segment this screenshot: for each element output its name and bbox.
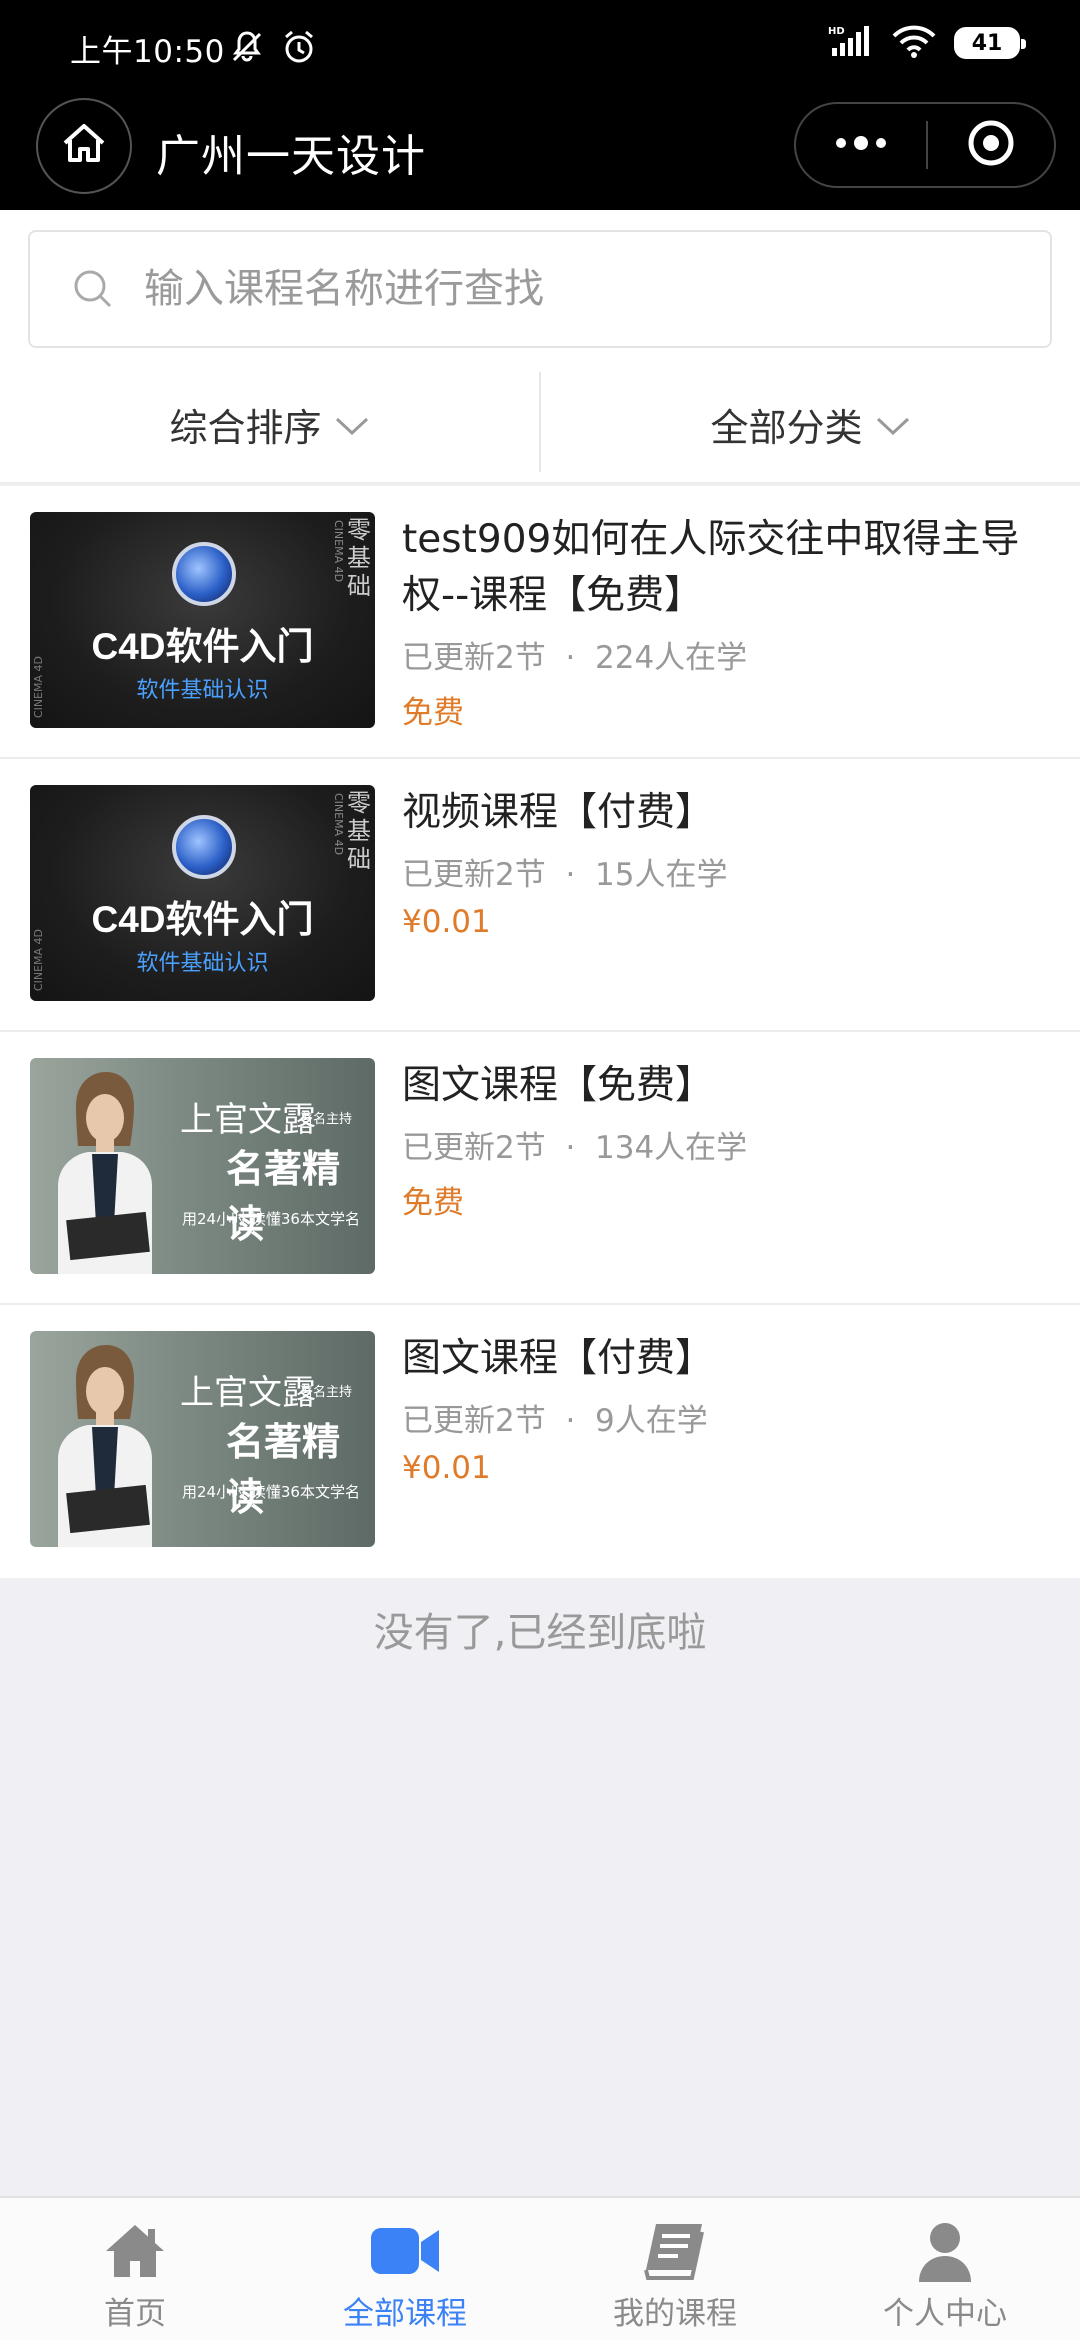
end-of-list-text: 没有了,已经到底啦: [373, 1610, 707, 1656]
video-icon: [369, 2218, 441, 2284]
bottom-tab-bar: 首页 全部课程 我的课程 个人中心: [0, 2196, 1080, 2340]
search-box[interactable]: [28, 230, 1052, 348]
course-updated: 已更新2节: [402, 640, 546, 676]
course-item[interactable]: 上官文露 著名主持 名著精读 用24小时 读懂36本文学名 图文课程【免费】 已…: [0, 1032, 1080, 1305]
course-info: 图文课程【免费】 已更新2节 · 134人在学 免费: [402, 1058, 1050, 1222]
thumb-vertical-text: 零基础: [347, 516, 371, 600]
thumb-subtitle: 软件基础认识: [136, 951, 269, 976]
course-meta: 已更新2节 · 9人在学: [402, 1403, 708, 1439]
course-updated: 已更新2节: [402, 1403, 546, 1439]
course-price: 免费: [402, 1185, 464, 1221]
thumb-name: 上官文露: [180, 1100, 316, 1140]
capsule-menu: [794, 102, 1056, 188]
tab-home[interactable]: 首页: [0, 2198, 270, 2340]
search-section: [0, 210, 1080, 366]
course-info: 图文课程【付费】 已更新2节 · 9人在学 ¥0.01: [402, 1331, 1050, 1486]
course-meta: 已更新2节 · 15人在学: [402, 857, 728, 893]
nav-bar: 广州一天设计: [0, 96, 1080, 210]
course-price: ¥0.01: [402, 904, 491, 940]
chevron-down-icon: [334, 402, 370, 446]
thumb-title: 名著精读: [226, 1419, 341, 1519]
course-title: 图文课程【付费】: [402, 1336, 715, 1381]
course-item[interactable]: C4D软件入门 软件基础认识 零基础 CINEMA 4D CINEMA 4D 视…: [0, 759, 1080, 1032]
thumb-host: 著名主持: [300, 1385, 353, 1400]
tab-label: 个人中心: [883, 2296, 1007, 2332]
thumb-caption: 用24小时 读懂36本文学名: [182, 1210, 360, 1228]
course-price: ¥0.01: [402, 1450, 491, 1486]
sort-filter[interactable]: 综合排序: [0, 366, 539, 482]
tab-label: 全部课程: [343, 2296, 467, 2332]
alarm-icon: [280, 28, 318, 70]
wifi-icon: [892, 24, 936, 62]
thumb-title: 名著精读: [226, 1146, 341, 1246]
tab-profile[interactable]: 个人中心: [810, 2198, 1080, 2340]
sort-filter-label: 综合排序: [169, 405, 322, 450]
course-price: 免费: [402, 695, 464, 731]
course-thumbnail: 上官文露 著名主持 名著精读 用24小时 读懂36本文学名: [30, 1331, 375, 1547]
presenter-illustration: [58, 1072, 152, 1274]
chevron-down-icon: [875, 402, 911, 446]
tab-label: 我的课程: [613, 2296, 737, 2332]
search-input[interactable]: [144, 266, 944, 312]
course-learners: 224人在学: [595, 640, 748, 676]
cinema4d-logo: [172, 542, 236, 606]
tab-my-courses[interactable]: 我的课程: [540, 2198, 810, 2340]
status-bar: 上午10:50 HD 41: [0, 0, 1080, 96]
close-miniprogram-button[interactable]: [928, 104, 1054, 186]
tab-all-courses[interactable]: 全部课程: [270, 2198, 540, 2340]
course-info: 视频课程【付费】 已更新2节 · 15人在学 ¥0.01: [402, 785, 1050, 940]
thumb-name: 上官文露: [180, 1373, 316, 1413]
course-item[interactable]: C4D软件入门 软件基础认识 零基础 CINEMA 4D CINEMA 4D t…: [0, 486, 1080, 759]
course-learners: 15人在学: [595, 857, 728, 893]
thumb-title: C4D软件入门: [91, 626, 314, 667]
course-title: 视频课程【付费】: [402, 790, 715, 835]
cinema4d-logo: [172, 815, 236, 879]
thumb-side-text: CINEMA 4D: [332, 520, 345, 583]
category-filter-label: 全部分类: [710, 405, 863, 450]
home-icon: [59, 119, 109, 173]
book-icon: [642, 2218, 708, 2284]
course-learners: 134人在学: [595, 1130, 748, 1166]
home-icon: [102, 2218, 168, 2284]
mute-icon: [228, 28, 266, 70]
presenter-illustration: [58, 1345, 152, 1547]
filter-bar: 综合排序 全部分类: [0, 366, 1080, 484]
course-thumbnail: C4D软件入门 软件基础认识 零基础 CINEMA 4D CINEMA 4D: [30, 512, 375, 728]
battery-icon: 41: [954, 27, 1026, 59]
course-list: C4D软件入门 软件基础认识 零基础 CINEMA 4D CINEMA 4D t…: [0, 486, 1080, 1578]
home-button[interactable]: [36, 98, 132, 194]
thumb-side-text: CINEMA 4D: [32, 655, 45, 718]
course-updated: 已更新2节: [402, 1130, 546, 1166]
thumb-host: 著名主持: [300, 1112, 353, 1127]
course-meta: 已更新2节 · 134人在学: [402, 1130, 748, 1166]
svg-text:HD: HD: [828, 26, 845, 37]
page-title: 广州一天设计: [156, 131, 426, 182]
thumb-side-text: CINEMA 4D: [332, 793, 345, 856]
thumb-vertical-text: 零基础: [347, 789, 371, 873]
course-meta: 已更新2节 · 224人在学: [402, 640, 748, 676]
thumb-subtitle: 软件基础认识: [136, 678, 269, 703]
status-time: 上午10:50: [70, 34, 225, 70]
thumb-caption: 用24小时 读懂36本文学名: [182, 1483, 360, 1501]
course-learners: 9人在学: [595, 1403, 708, 1439]
course-title: 图文课程【免费】: [402, 1063, 715, 1108]
battery-level: 41: [971, 30, 1003, 56]
search-icon: [72, 268, 114, 310]
course-title: test909如何在人际交往中取得主导权--课程【免费】: [402, 517, 1020, 618]
more-icon: [831, 133, 891, 157]
user-icon: [915, 2218, 975, 2284]
more-button[interactable]: [796, 104, 926, 186]
tab-label: 首页: [104, 2296, 166, 2332]
course-thumbnail: 上官文露 著名主持 名著精读 用24小时 读懂36本文学名: [30, 1058, 375, 1274]
course-updated: 已更新2节: [402, 857, 546, 893]
thumb-title: C4D软件入门: [91, 899, 314, 940]
thumb-side-text: CINEMA 4D: [32, 928, 45, 991]
course-thumbnail: C4D软件入门 软件基础认识 零基础 CINEMA 4D CINEMA 4D: [30, 785, 375, 1001]
course-item[interactable]: 上官文露 著名主持 名著精读 用24小时 读懂36本文学名 图文课程【付费】 已…: [0, 1305, 1080, 1578]
signal-icon: HD: [828, 24, 874, 62]
close-target-icon: [966, 118, 1016, 172]
course-info: test909如何在人际交往中取得主导权--课程【免费】 已更新2节 · 224…: [402, 512, 1050, 732]
category-filter[interactable]: 全部分类: [541, 366, 1080, 482]
